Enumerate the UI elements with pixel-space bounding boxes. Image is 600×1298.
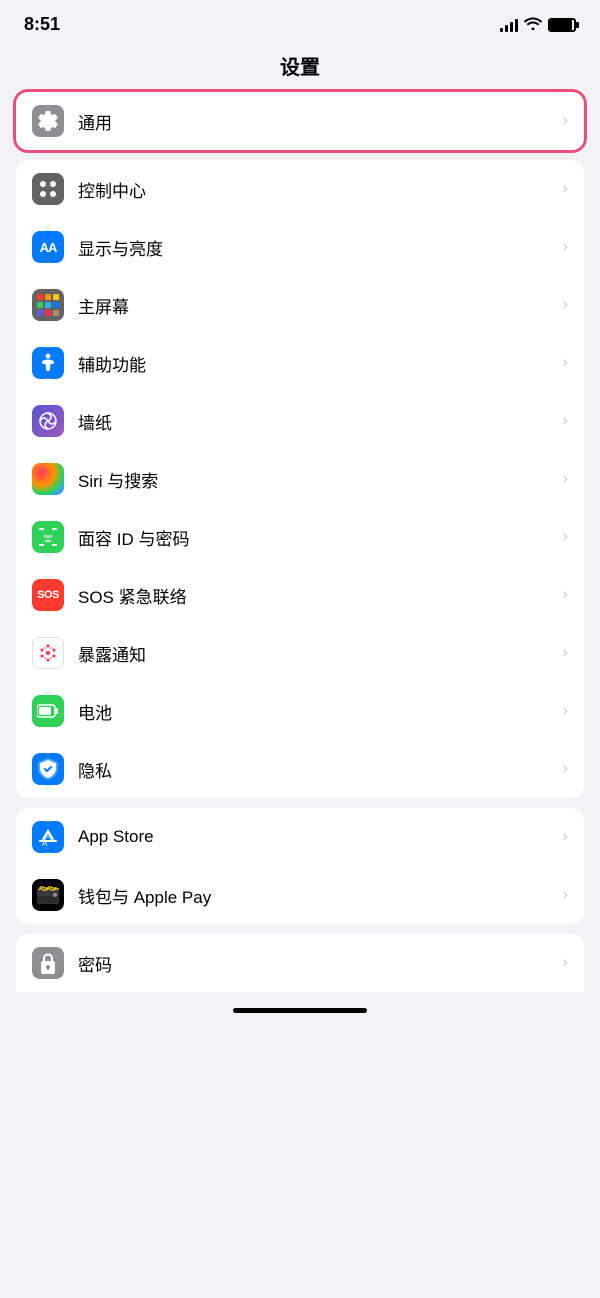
gear-icon: [32, 105, 64, 137]
appstore-icon: A: [32, 821, 64, 853]
home-indicator: [233, 1008, 367, 1013]
siri-chevron: ›: [563, 470, 568, 488]
settings-item-home-screen[interactable]: 主屏幕 ›: [16, 276, 584, 334]
settings-item-control-center[interactable]: 控制中心 ›: [16, 160, 584, 218]
settings-item-appstore[interactable]: A App Store ›: [16, 808, 584, 866]
display-label: 显示与亮度: [78, 235, 555, 260]
settings-item-password[interactable]: 密码 ›: [16, 934, 584, 992]
general-label: 通用: [78, 109, 555, 134]
section-general: 通用 ›: [16, 92, 584, 150]
settings-item-faceid[interactable]: 面容 ID 与密码 ›: [16, 508, 584, 566]
settings-item-wallpaper[interactable]: 墙纸 ›: [16, 392, 584, 450]
sos-label: SOS 紧急联络: [78, 583, 555, 608]
sos-chevron: ›: [563, 586, 568, 604]
display-chevron: ›: [563, 238, 568, 256]
wallet-icon: [32, 879, 64, 911]
wallpaper-label: 墙纸: [78, 409, 555, 434]
status-icons: [500, 16, 576, 33]
home-screen-chevron: ›: [563, 296, 568, 314]
battery-setting-icon: [32, 695, 64, 727]
accessibility-icon: [32, 347, 64, 379]
accessibility-chevron: ›: [563, 354, 568, 372]
privacy-icon: [32, 753, 64, 785]
faceid-icon: [32, 521, 64, 553]
svg-text:A: A: [42, 839, 48, 848]
battery-chevron: ›: [563, 702, 568, 720]
settings-item-accessibility[interactable]: 辅助功能 ›: [16, 334, 584, 392]
settings-item-general[interactable]: 通用 ›: [16, 92, 584, 150]
battery-icon: [548, 18, 576, 32]
password-chevron: ›: [563, 954, 568, 972]
wifi-icon: [524, 16, 542, 33]
section-main: 控制中心 › AA 显示与亮度 › 主屏幕 ›: [16, 160, 584, 798]
battery-label: 电池: [78, 699, 555, 724]
display-icon: AA: [32, 231, 64, 263]
password-label: 密码: [78, 951, 555, 976]
sos-icon: SOS: [32, 579, 64, 611]
control-center-chevron: ›: [563, 180, 568, 198]
privacy-chevron: ›: [563, 760, 568, 778]
exposure-icon: [32, 637, 64, 669]
control-center-icon: [32, 173, 64, 205]
settings-item-siri[interactable]: Siri 与搜索 ›: [16, 450, 584, 508]
privacy-label: 隐私: [78, 757, 555, 782]
siri-label: Siri 与搜索: [78, 467, 555, 492]
settings-item-display[interactable]: AA 显示与亮度 ›: [16, 218, 584, 276]
settings-item-privacy[interactable]: 隐私 ›: [16, 740, 584, 798]
appstore-label: App Store: [78, 827, 555, 847]
status-time: 8:51: [24, 14, 60, 35]
exposure-chevron: ›: [563, 644, 568, 662]
settings-item-wallet[interactable]: 钱包与 Apple Pay ›: [16, 866, 584, 924]
accessibility-label: 辅助功能: [78, 351, 555, 376]
home-screen-label: 主屏幕: [78, 293, 555, 318]
settings-item-battery[interactable]: 电池 ›: [16, 682, 584, 740]
settings-item-exposure[interactable]: 暴露通知 ›: [16, 624, 584, 682]
wallet-label: 钱包与 Apple Pay: [78, 883, 555, 908]
section-apps: A App Store › 钱包与 Apple Pay ›: [16, 808, 584, 924]
password-icon: [32, 947, 64, 979]
home-screen-icon: [32, 289, 64, 321]
general-chevron: ›: [563, 112, 568, 130]
settings-item-sos[interactable]: SOS SOS 紧急联络 ›: [16, 566, 584, 624]
signal-icon: [500, 18, 518, 32]
control-center-label: 控制中心: [78, 177, 555, 202]
wallet-chevron: ›: [563, 886, 568, 904]
siri-icon: [32, 463, 64, 495]
section-password: 密码 ›: [16, 934, 584, 992]
page-title: 设置: [0, 43, 600, 92]
faceid-chevron: ›: [563, 528, 568, 546]
exposure-label: 暴露通知: [78, 641, 555, 666]
appstore-chevron: ›: [563, 828, 568, 846]
wallpaper-icon: [32, 405, 64, 437]
faceid-label: 面容 ID 与密码: [78, 525, 555, 550]
wallpaper-chevron: ›: [563, 412, 568, 430]
status-bar: 8:51: [0, 0, 600, 43]
